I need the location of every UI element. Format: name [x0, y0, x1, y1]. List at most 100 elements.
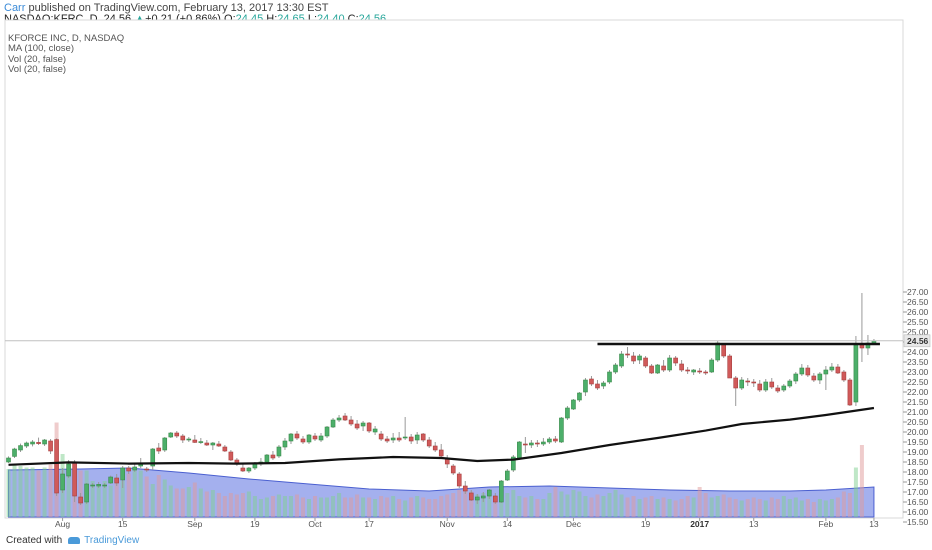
- volume-bar: [625, 497, 630, 517]
- candle-body: [108, 476, 113, 484]
- tradingview-logo-icon: [68, 536, 81, 544]
- legend-volume-2[interactable]: Vol (20, false): [8, 64, 124, 75]
- volume-bar: [553, 487, 558, 517]
- volume-bar: [246, 491, 251, 517]
- candle-body: [90, 484, 95, 487]
- candle-body: [318, 435, 324, 441]
- x-tick-label: Feb: [819, 519, 834, 529]
- volume-bar: [252, 496, 257, 517]
- volume-bar: [276, 494, 281, 517]
- candle-body: [270, 454, 276, 459]
- volume-bar: [192, 482, 197, 517]
- candle-body: [216, 443, 222, 447]
- candle-body: [306, 434, 312, 443]
- volume-bar: [30, 467, 35, 517]
- y-axis: 27.0026.5026.0025.5025.0024.5024.0023.50…: [903, 287, 929, 527]
- volume-bar: [601, 496, 606, 517]
- volume-bar: [739, 500, 744, 517]
- candle-body: [204, 442, 210, 446]
- volume-bar: [709, 497, 714, 517]
- y-tick-label: 19.00: [907, 447, 929, 457]
- volume-bar: [751, 497, 756, 517]
- volume-bar: [385, 497, 390, 517]
- candle-body: [228, 451, 234, 461]
- volume-bar: [168, 485, 173, 517]
- volume-bar: [793, 497, 798, 517]
- candle-body: [523, 443, 528, 446]
- candle-body: [841, 371, 847, 381]
- candle-body: [240, 467, 246, 472]
- volume-bar: [337, 493, 342, 517]
- y-tick-label: 21.00: [907, 407, 929, 417]
- candle-body: [288, 433, 294, 442]
- volume-bar: [715, 496, 720, 517]
- candle-body: [336, 417, 342, 421]
- volume-bar: [613, 490, 618, 517]
- candle-body: [174, 432, 180, 437]
- candle-body: [583, 379, 588, 393]
- volume-bar: [559, 491, 564, 517]
- candle-body: [685, 369, 690, 372]
- candle-body: [847, 379, 853, 406]
- volume-bar: [198, 488, 203, 517]
- candle-body: [144, 468, 150, 471]
- candle: [565, 406, 570, 420]
- volume-bar: [565, 494, 570, 517]
- volume-bar: [42, 467, 47, 517]
- volume-bar: [240, 493, 245, 517]
- candle-body: [769, 381, 775, 388]
- price-chart[interactable]: 27.0026.5026.0025.5025.0024.5024.0023.50…: [0, 0, 932, 550]
- candle-body: [745, 380, 751, 383]
- y-tick-label: 23.50: [907, 357, 929, 367]
- volume-bar: [331, 496, 336, 517]
- candle-body: [102, 484, 107, 487]
- candle-body: [661, 365, 666, 371]
- volume-bar: [222, 496, 227, 517]
- volume-bar: [763, 500, 768, 517]
- volume-bar: [397, 499, 402, 517]
- candle-body: [733, 377, 739, 389]
- volume-bar: [643, 497, 648, 517]
- candle-body: [715, 342, 720, 361]
- candle: [847, 378, 853, 406]
- volume-bar: [805, 499, 810, 517]
- candle-body: [721, 343, 726, 357]
- candle: [12, 447, 17, 458]
- candle-body: [781, 385, 787, 391]
- candle-body: [300, 438, 306, 443]
- y-tick-label: 17.50: [907, 477, 929, 487]
- y-tick-label: 16.50: [907, 497, 929, 507]
- candle: [505, 469, 510, 481]
- footer: Created with TradingView: [6, 535, 139, 546]
- candle-body: [613, 364, 618, 373]
- volume-bar: [697, 487, 702, 517]
- y-tick-label: 19.50: [907, 437, 929, 447]
- candle: [54, 438, 59, 496]
- candle-body: [799, 367, 805, 375]
- volume-bar: [379, 496, 384, 517]
- volume-bar: [439, 496, 444, 517]
- candle-body: [276, 446, 282, 457]
- volume-bar: [817, 499, 822, 517]
- candle-body: [414, 434, 420, 441]
- candle: [559, 417, 564, 443]
- candle-body: [66, 463, 71, 477]
- volume-bar: [781, 496, 786, 517]
- candle-body: [823, 369, 829, 375]
- candle-body: [589, 378, 594, 385]
- candle-body: [601, 382, 606, 387]
- candle-body: [679, 363, 684, 371]
- volume-bar: [649, 496, 654, 517]
- candle-body: [468, 492, 474, 501]
- tradingview-brand[interactable]: TradingView: [84, 535, 139, 546]
- candle-body: [541, 441, 546, 445]
- candle-body: [168, 432, 174, 438]
- volume-bar: [325, 497, 330, 517]
- candle: [643, 356, 648, 368]
- volume-bar: [132, 469, 137, 517]
- y-tick-label: 20.00: [907, 427, 929, 437]
- volume-bar: [511, 490, 516, 517]
- volume-bar: [811, 502, 816, 517]
- candle-body: [673, 357, 678, 364]
- volume-bar: [691, 497, 696, 517]
